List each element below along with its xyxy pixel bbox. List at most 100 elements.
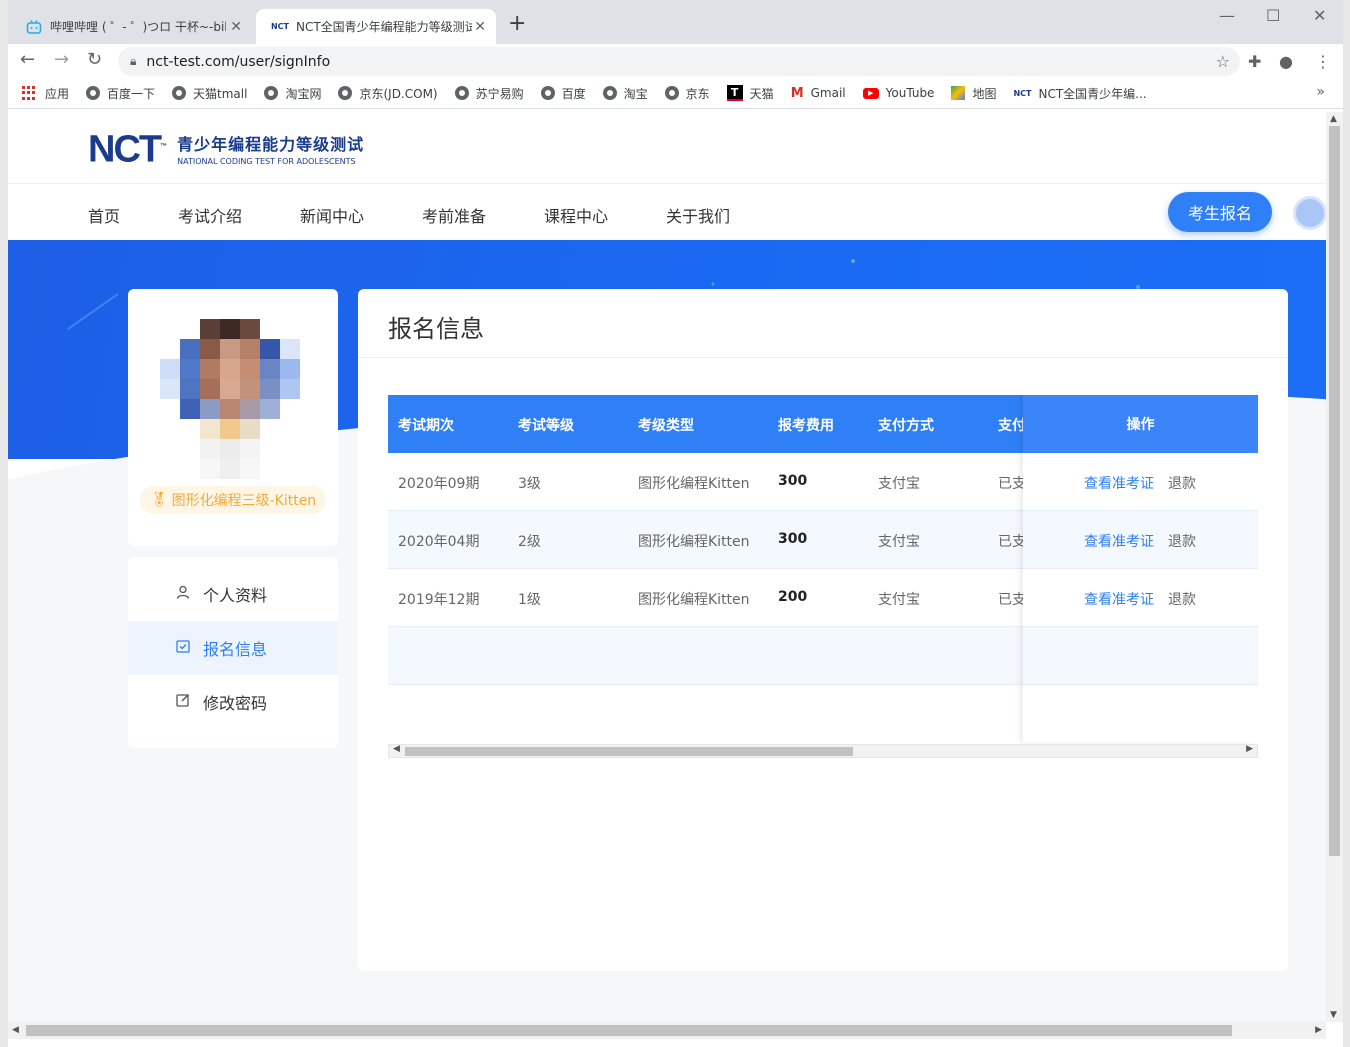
close-tab-icon[interactable]: ✕ — [474, 19, 486, 35]
view-admission-ticket-link[interactable]: 查看准考证 — [1084, 531, 1154, 551]
nav-news[interactable]: 新闻中心 — [300, 203, 364, 227]
bookmark-label: 苏宁易购 — [475, 86, 524, 101]
scroll-down-icon[interactable]: ▼ — [1330, 1010, 1337, 1020]
menu-registration-info[interactable]: 报名信息 — [128, 621, 338, 675]
table-horizontal-scrollbar[interactable]: ◀ ▶ — [388, 744, 1258, 758]
nav-exam-intro[interactable]: 考试介绍 — [178, 203, 242, 227]
new-tab-icon[interactable]: + — [508, 13, 526, 35]
lock-icon[interactable]: 🔒︎ — [130, 54, 136, 69]
bookmark-item[interactable]: T 天猫 — [726, 85, 774, 102]
page-horizontal-scrollbar[interactable]: ◀ ▶ — [8, 1022, 1326, 1039]
close-tab-icon[interactable]: ✕ — [230, 19, 242, 35]
bookmark-label: 天猫tmall — [193, 86, 248, 101]
extensions-icon[interactable]: ✚ — [1248, 52, 1261, 71]
back-icon[interactable]: ← — [20, 49, 35, 70]
registration-card: 报名信息 考试期次 考试等级 考级类型 报考费用 支付方式 支付 2020年09… — [358, 289, 1288, 971]
refund-link[interactable]: 退款 — [1168, 531, 1196, 551]
menu-label: 报名信息 — [203, 640, 268, 659]
user-avatar[interactable] — [1293, 196, 1326, 230]
scrollbar-thumb[interactable] — [1329, 126, 1340, 856]
edit-icon — [176, 693, 190, 711]
col-actions: 操作 — [1023, 395, 1258, 453]
nav-home[interactable]: 首页 — [88, 203, 120, 227]
address-bar[interactable]: 🔒︎ nct-test.com/user/signInfo ☆ — [118, 47, 1240, 76]
scroll-right-icon[interactable]: ▶ — [1315, 1025, 1322, 1035]
checkbox-icon — [176, 639, 190, 657]
refund-link[interactable]: 退款 — [1168, 589, 1196, 609]
scrollbar-thumb[interactable] — [405, 747, 853, 756]
scrollbar-thumb[interactable] — [26, 1025, 1232, 1036]
logo-cn: 青少年编程能力等级测试 — [177, 134, 365, 154]
cell-payment: 支付宝 — [878, 534, 920, 550]
bookmark-label: YouTube — [885, 86, 935, 100]
site-header: NCT™ 青少年编程能力等级测试 NATIONAL CODING TEST FO… — [8, 112, 1326, 184]
bookmark-item[interactable]: M Gmail — [791, 86, 846, 101]
scroll-up-icon[interactable]: ▲ — [1330, 114, 1337, 124]
close-window-icon[interactable]: ✕ — [1313, 6, 1326, 25]
nav-exam-prep[interactable]: 考前准备 — [422, 203, 486, 227]
cell-period: 2020年09期 — [398, 476, 480, 492]
menu-label: 个人资料 — [203, 586, 268, 605]
view-admission-ticket-link[interactable]: 查看准考证 — [1084, 473, 1154, 493]
medal-icon: 🏅︎ — [149, 492, 168, 508]
bookmark-label: 淘宝 — [623, 86, 648, 101]
bookmark-item[interactable]: 苏宁易购 — [454, 85, 524, 102]
tab-title: NCT全国青少年编程能力等级测试 — [296, 20, 472, 34]
bookmark-item[interactable]: 淘宝网 — [264, 85, 321, 102]
bookmark-item[interactable]: 百度一下 — [86, 85, 155, 102]
bookmarks-bar: 应用 百度一下 天猫tmall 淘宝网 京东(JD.COM) 苏宁易购 百度 淘… — [8, 78, 1343, 109]
bookmark-apps[interactable]: 应用 — [22, 85, 69, 102]
bookmark-item[interactable]: 百度 — [540, 85, 586, 102]
bookmark-item[interactable]: NCT NCT全国青少年编... — [1013, 85, 1146, 102]
bookmark-star-icon[interactable]: ☆ — [1216, 52, 1230, 71]
gmail-icon: M — [790, 85, 804, 101]
profile-icon[interactable]: ● — [1279, 52, 1293, 71]
logo-texts: 青少年编程能力等级测试 NATIONAL CODING TEST FOR ADO… — [177, 131, 364, 166]
menu-icon[interactable]: ⋮ — [1315, 52, 1331, 71]
bookmark-label: 地图 — [972, 86, 997, 101]
globe-icon — [86, 86, 101, 100]
cell-period: 2019年12期 — [398, 592, 480, 608]
site-logo[interactable]: NCT™ 青少年编程能力等级测试 NATIONAL CODING TEST FO… — [88, 128, 364, 169]
nav-courses[interactable]: 课程中心 — [544, 203, 608, 227]
globe-icon — [454, 86, 469, 100]
minimize-icon[interactable]: — — [1219, 6, 1235, 25]
tab-nct[interactable]: NCT NCT全国青少年编程能力等级测试 ✕ — [256, 9, 496, 44]
reload-icon[interactable]: ↻ — [87, 49, 102, 70]
apps-icon — [22, 86, 36, 100]
bookmark-item[interactable]: ▶ YouTube — [862, 86, 935, 100]
bookmark-item[interactable]: 地图 — [951, 85, 996, 102]
youtube-icon: ▶ — [862, 87, 879, 99]
scroll-right-icon[interactable]: ▶ — [1246, 744, 1253, 754]
tab-bilibili[interactable]: 哔哩哔哩 ( ゜- ゜)つロ 干杯~-bilil ✕ — [20, 9, 252, 44]
globe-icon — [664, 86, 679, 100]
side-menu: 个人资料 报名信息 修改密码 — [128, 557, 338, 748]
globe-icon — [172, 86, 187, 100]
menu-personal-info[interactable]: 个人资料 — [128, 567, 338, 621]
bookmark-item[interactable]: 京东 — [664, 85, 710, 102]
forward-icon[interactable]: → — [54, 49, 69, 70]
col-pay-status: 支付 — [998, 418, 1026, 434]
nav-about[interactable]: 关于我们 — [666, 203, 730, 227]
cell-fee: 200 — [778, 589, 808, 605]
tmall-icon: T — [726, 85, 743, 101]
scroll-left-icon[interactable]: ◀ — [393, 744, 400, 754]
nct-icon: NCT — [270, 22, 290, 31]
bookmark-item[interactable]: 淘宝 — [602, 85, 648, 102]
scroll-left-icon[interactable]: ◀ — [12, 1025, 19, 1035]
col-type: 考级类型 — [638, 418, 694, 434]
bookmark-label: 京东 — [685, 86, 710, 101]
signup-button[interactable]: 考生报名 — [1168, 192, 1272, 232]
nct-icon: NCT — [1013, 88, 1032, 98]
refund-link[interactable]: 退款 — [1168, 473, 1196, 493]
bookmark-item[interactable]: 京东(JD.COM) — [338, 85, 438, 102]
main-nav: 首页 考试介绍 新闻中心 考前准备 课程中心 关于我们 考生报名 — [8, 184, 1326, 240]
maximize-icon[interactable]: ☐ — [1266, 6, 1280, 25]
bookmark-item[interactable]: 天猫tmall — [172, 85, 247, 102]
bookmark-label: 百度一下 — [107, 86, 156, 101]
level-badge: 🏅︎ 图形化编程三级-Kitten — [140, 486, 326, 514]
page-vertical-scrollbar[interactable]: ▲ ▼ — [1326, 112, 1343, 1022]
menu-change-password[interactable]: 修改密码 — [128, 675, 338, 729]
view-admission-ticket-link[interactable]: 查看准考证 — [1084, 589, 1154, 609]
more-bookmarks-icon[interactable]: » — [1316, 84, 1325, 100]
